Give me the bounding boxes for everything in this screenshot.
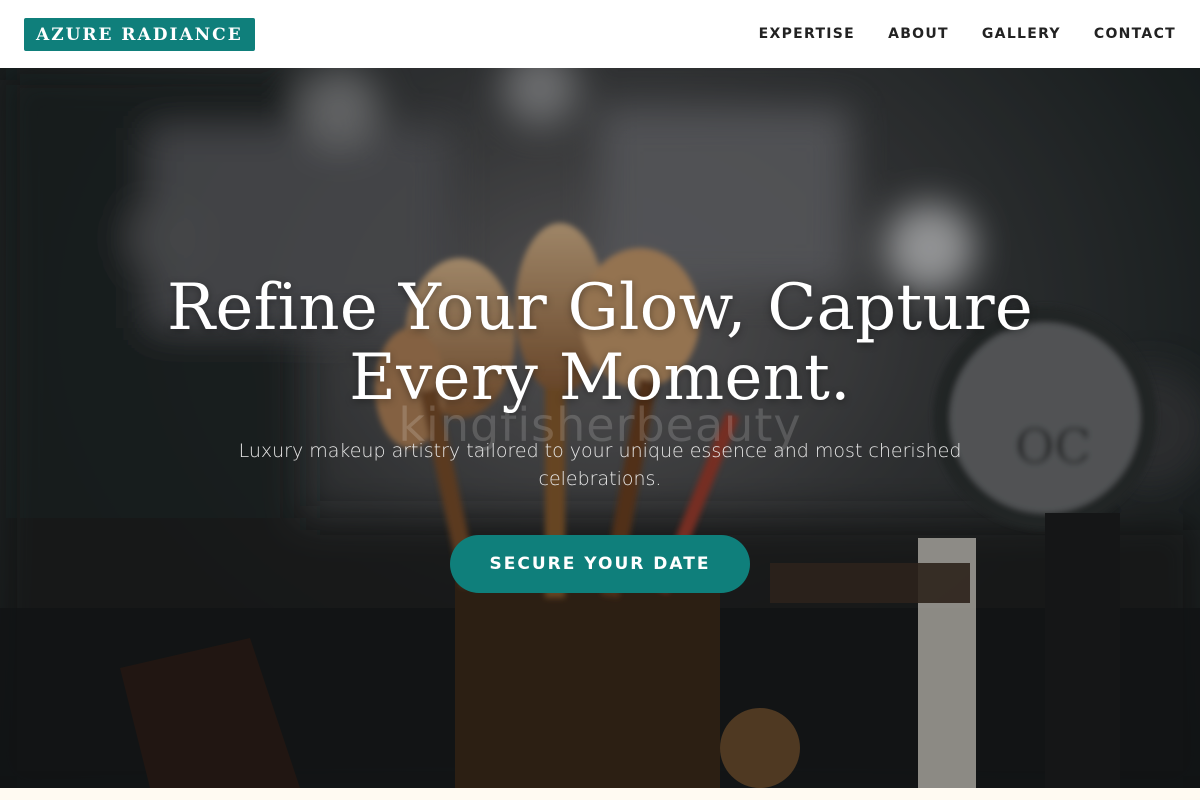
hero-section: OC kingfisherbeauty Refine Your Glow, Ca… [0, 68, 1200, 788]
nav-link-expertise[interactable]: EXPERTISE [759, 26, 855, 42]
hero-title-line2: Every Moment. [349, 341, 851, 415]
nav-link-about[interactable]: ABOUT [888, 26, 949, 42]
navbar: AZURE RADIANCE EXPERTISE ABOUT GALLERY C… [0, 0, 1200, 68]
secure-date-button[interactable]: SECURE YOUR DATE [449, 535, 751, 593]
nav-link-gallery[interactable]: GALLERY [982, 26, 1061, 42]
page-bottom-strip [0, 788, 1200, 800]
hero-subtitle: Luxury makeup artistry tailored to your … [238, 440, 962, 490]
hero-title: Refine Your Glow, Capture Every Moment. [0, 273, 1200, 413]
main-nav: EXPERTISE ABOUT GALLERY CONTACT [759, 26, 1176, 42]
hero-title-line1: Refine Your Glow, Capture [166, 271, 1034, 345]
nav-link-contact[interactable]: CONTACT [1094, 26, 1176, 42]
hero-content: Refine Your Glow, Capture Every Moment. … [0, 273, 1200, 593]
site-logo[interactable]: AZURE RADIANCE [24, 17, 255, 51]
